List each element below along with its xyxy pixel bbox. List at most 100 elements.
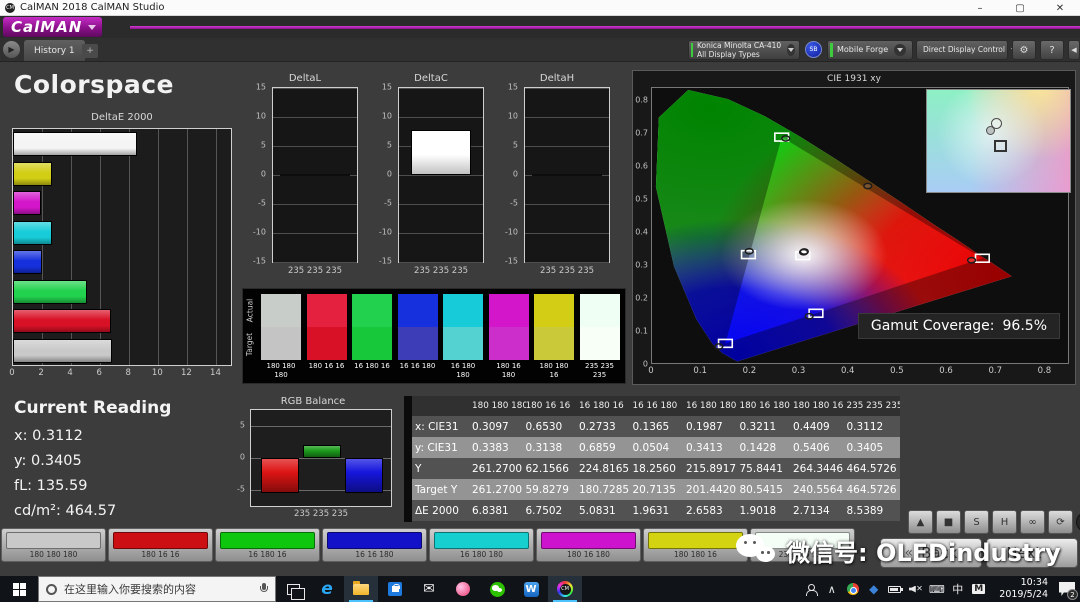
pattern-button-180-16-180[interactable]: 180 16 180	[536, 528, 641, 562]
show-hidden-icons-button[interactable]: ∧	[821, 576, 842, 602]
pattern-button-180-16-16[interactable]: 180 16 16	[108, 528, 213, 562]
current-reading-panel: Current Reading x: 0.3112 y: 0.3405 fL: …	[14, 398, 171, 528]
save-button[interactable]: S	[964, 510, 989, 534]
ime-indicator[interactable]: 中	[947, 576, 968, 602]
chrome-icon	[846, 583, 859, 595]
edge-browser-button[interactable]: e	[310, 576, 344, 602]
table-cell: 0.3097	[472, 420, 509, 433]
photos-button[interactable]	[446, 576, 480, 602]
column-header: 180 16 16	[525, 401, 571, 411]
taskbar-clock[interactable]: 10:34 2019/5/24	[989, 577, 1054, 601]
y-tick-label: 15	[255, 82, 266, 92]
chart-title: CIE 1931 xy	[827, 74, 881, 84]
pattern-button-180-180-180[interactable]: 180 180 180	[1, 528, 106, 562]
volume-muted-indicator[interactable]: ✕	[905, 576, 926, 602]
clock-date: 2019/5/24	[999, 589, 1048, 600]
maximize-button[interactable]: ▢	[1000, 0, 1040, 16]
pattern-label: 16 180 16	[248, 550, 287, 559]
task-view-button[interactable]	[276, 576, 310, 602]
reading-x: x: 0.3112	[14, 428, 83, 444]
table-cell: 5.0831	[579, 504, 616, 517]
ime-mode-badge[interactable]: M	[968, 576, 989, 602]
table-cell: 2.7134	[793, 504, 830, 517]
people-button[interactable]	[800, 576, 821, 602]
rgb-bar-green	[303, 445, 341, 458]
refresh-button[interactable]: ⟳	[1048, 510, 1073, 534]
y-tick-label: -15	[378, 256, 392, 266]
x-tick-label: 2	[38, 368, 44, 378]
pattern-swatch	[327, 532, 422, 549]
gridline	[399, 175, 483, 176]
loop-button[interactable]: ∞	[1020, 510, 1045, 534]
store-icon	[388, 582, 402, 596]
settings-button[interactable]: ⚙	[1012, 40, 1036, 60]
wps-button[interactable]: W	[514, 576, 548, 602]
onedrive-tray-button[interactable]: ◆	[863, 576, 884, 602]
gridline	[129, 129, 131, 365]
collapse-panel-button[interactable]: ◀	[1068, 40, 1080, 60]
wps-icon: W	[523, 581, 539, 597]
store-button[interactable]	[378, 576, 412, 602]
chart-title: DeltaE 2000	[91, 112, 153, 123]
table-cell: 0.3413	[686, 441, 723, 454]
calman-menu-button[interactable]: CalMAN	[3, 17, 103, 37]
swatch-label: 180 16 16	[308, 362, 345, 370]
taskbar-search-input[interactable]: 在这里输入你要搜索的内容	[38, 576, 276, 602]
scroll-up-button[interactable]: ▲	[908, 510, 933, 534]
minimize-button[interactable]: –	[960, 0, 1000, 16]
history-button[interactable]: H	[992, 510, 1017, 534]
source-dropdown[interactable]: Mobile Forge	[827, 40, 913, 60]
pattern-button-16-180-180[interactable]: 16 180 180	[429, 528, 534, 562]
touch-keyboard-button[interactable]: ⌨	[926, 576, 947, 602]
close-button[interactable]: ✕	[1040, 0, 1080, 16]
action-center-button[interactable]: 2	[1054, 576, 1080, 602]
sb-badge[interactable]: SB	[805, 41, 822, 58]
tab-history-1[interactable]: History 1	[24, 40, 85, 61]
chrome-tray-button[interactable]	[842, 576, 863, 602]
folder-icon	[353, 580, 369, 595]
task-view-icon	[286, 583, 305, 600]
table-cell: 75.8441	[739, 462, 783, 475]
measured-point-marker	[800, 249, 808, 254]
stop-button[interactable]: ■	[936, 510, 961, 534]
y-tick-label: -5	[237, 484, 245, 494]
add-tab-button[interactable]: +	[82, 44, 98, 58]
pattern-button-16-180-16[interactable]: 16 180 16	[215, 528, 320, 562]
microphone-icon[interactable]	[259, 582, 268, 596]
mail-button[interactable]: ✉	[412, 576, 446, 602]
chevron-down-icon	[88, 24, 97, 30]
table-cell: 8.5389	[846, 504, 884, 517]
file-explorer-button[interactable]	[344, 576, 378, 602]
table-edge-strip	[404, 396, 412, 522]
notification-badge: 2	[1067, 589, 1078, 600]
row-label: x: CIE31	[415, 420, 459, 433]
x-tick-label: 6	[96, 368, 102, 378]
meter-dropdown[interactable]: Konica Minolta CA-410 All Display Types	[688, 40, 800, 60]
display-control-dropdown[interactable]: Direct Display Control	[916, 40, 1017, 60]
deltae-bar-16-16-180	[13, 250, 42, 274]
calman-taskbar-button[interactable]: CM	[548, 576, 582, 602]
pattern-label: 16 180 180	[460, 550, 503, 559]
battery-indicator[interactable]	[884, 576, 905, 602]
actual-swatch	[397, 294, 438, 327]
pattern-button-180-180-16[interactable]: 180 180 16	[643, 528, 748, 562]
pattern-button-16-16-180[interactable]: 16 16 180	[322, 528, 427, 562]
wechat-button[interactable]	[480, 576, 514, 602]
start-button[interactable]	[0, 576, 38, 602]
y-tick-label: -10	[504, 227, 518, 237]
gridline	[273, 88, 357, 89]
table-cell: 261.2700	[472, 483, 523, 496]
actual-swatch	[261, 294, 301, 327]
measurement-table: 180 180 180 180 16 16 16 180 16 16 16 180 16…	[404, 396, 900, 524]
accent-divider	[130, 26, 1080, 29]
deltae-bar-180-16-180	[13, 191, 41, 215]
row-label: Target Y	[415, 483, 458, 496]
play-button[interactable]: ▶	[3, 41, 20, 58]
table-cell: 261.2700	[472, 462, 523, 475]
table-cell: 0.2733	[579, 420, 616, 433]
swatch-label: 235 235 235	[585, 362, 614, 379]
y-tick-label: 0	[386, 169, 392, 179]
photos-icon	[456, 582, 470, 596]
y-tick-label: 10	[255, 111, 266, 121]
help-button[interactable]: ?	[1040, 40, 1064, 60]
